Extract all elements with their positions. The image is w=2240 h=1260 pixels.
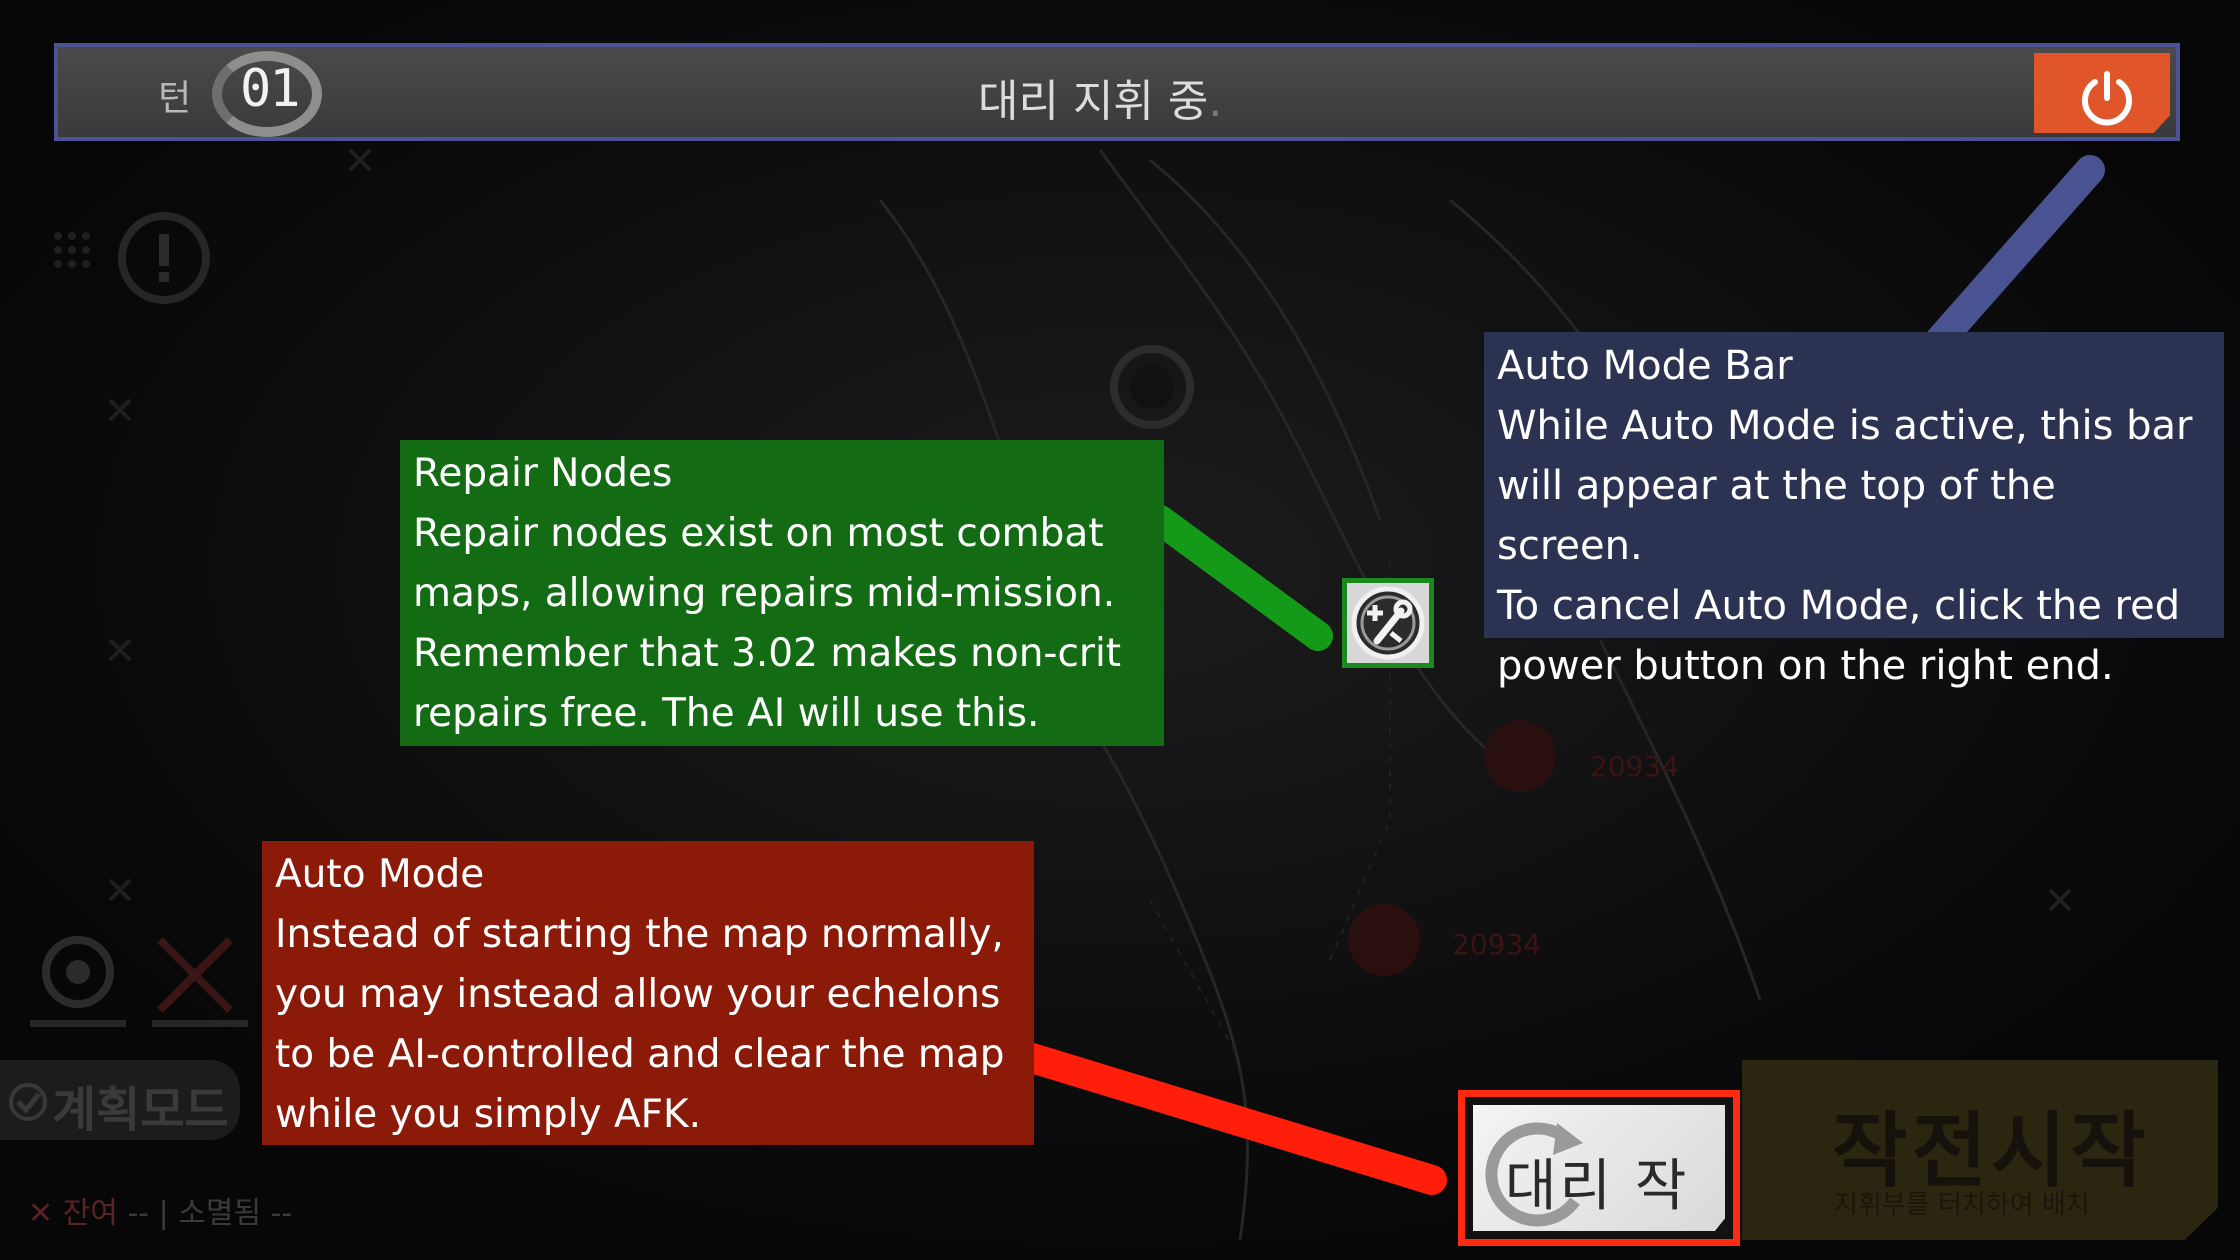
status-suffix: . xyxy=(1208,76,1223,127)
close-icon: ✕ xyxy=(28,1196,54,1231)
plan-mode-label: 계획모드 xyxy=(52,1082,229,1138)
auto-battle-button-face: 대리 작전 xyxy=(1473,1105,1725,1231)
repair-nodes-annotation: Repair Nodes Repair nodes exist on most … xyxy=(400,440,1164,746)
status-destroyed-label: 소멸됨 xyxy=(178,1196,262,1231)
game-screen: 20934 20934 계획모드 ✕ 잔여 -- | 소멸됨 -- 작전시작 지… xyxy=(0,0,2240,1260)
auto-battle-button[interactable]: 대리 작전 xyxy=(1458,1090,1740,1246)
auto-mode-bar: 턴 01 대리 지휘 중. xyxy=(54,43,2180,141)
auto-battle-label: 대리 작전 xyxy=(1505,1154,1690,1219)
auto-mode-annotation: Auto Mode Instead of starting the map no… xyxy=(262,841,1034,1145)
auto-mode-bar-title: Auto Mode Bar xyxy=(1497,343,1793,389)
auto-mode-bar-annotation: Auto Mode Bar While Auto Mode is active,… xyxy=(1484,332,2224,689)
status-destroyed-value: -- xyxy=(270,1196,293,1231)
check-icon xyxy=(9,1083,47,1121)
repair-nodes-body: Repair nodes exist on most combat maps, … xyxy=(413,511,1122,736)
exclamation-icon[interactable] xyxy=(116,210,212,306)
auto-mode-body: Instead of starting the map normally, yo… xyxy=(275,912,1005,1137)
auto-mode-status: 대리 지휘 중. xyxy=(978,65,1222,129)
turn-label: 턴 xyxy=(158,78,192,119)
start-operation-sub-label: 지휘부를 터치하여 배치 xyxy=(1834,1190,2090,1220)
status-active-label: 잔여 xyxy=(62,1196,118,1231)
repair-node[interactable] xyxy=(1342,578,1434,668)
repair-wrench-icon xyxy=(1351,586,1425,660)
start-operation-button[interactable]: 작전시작 지휘부를 터치하여 배치 xyxy=(1742,1060,2218,1240)
auto-mode-title: Auto Mode xyxy=(275,852,485,897)
auto-mode-bar-body: While Auto Mode is active, this bar will… xyxy=(1497,403,2193,689)
grid-menu-icon[interactable] xyxy=(52,230,92,270)
cancel-auto-mode-button[interactable] xyxy=(2034,53,2170,133)
target-icon[interactable] xyxy=(30,936,126,1027)
turn-number: 01 xyxy=(240,59,301,119)
enemy-code-label: 20934 xyxy=(1590,750,1679,783)
power-icon xyxy=(2082,71,2132,126)
plan-mode-toggle[interactable]: 계획모드 xyxy=(0,1060,240,1140)
hud-tool-icons xyxy=(30,936,248,1027)
status-active-value: -- xyxy=(127,1196,150,1231)
auto-mode-status-text: 대리 지휘 중 xyxy=(978,76,1209,127)
status-row: ✕ 잔여 -- | 소멸됨 -- xyxy=(28,1196,293,1231)
repair-nodes-title: Repair Nodes xyxy=(413,451,673,496)
disabled-weapon-icon[interactable] xyxy=(152,937,248,1027)
enemy-code-label: 20934 xyxy=(1452,928,1541,961)
